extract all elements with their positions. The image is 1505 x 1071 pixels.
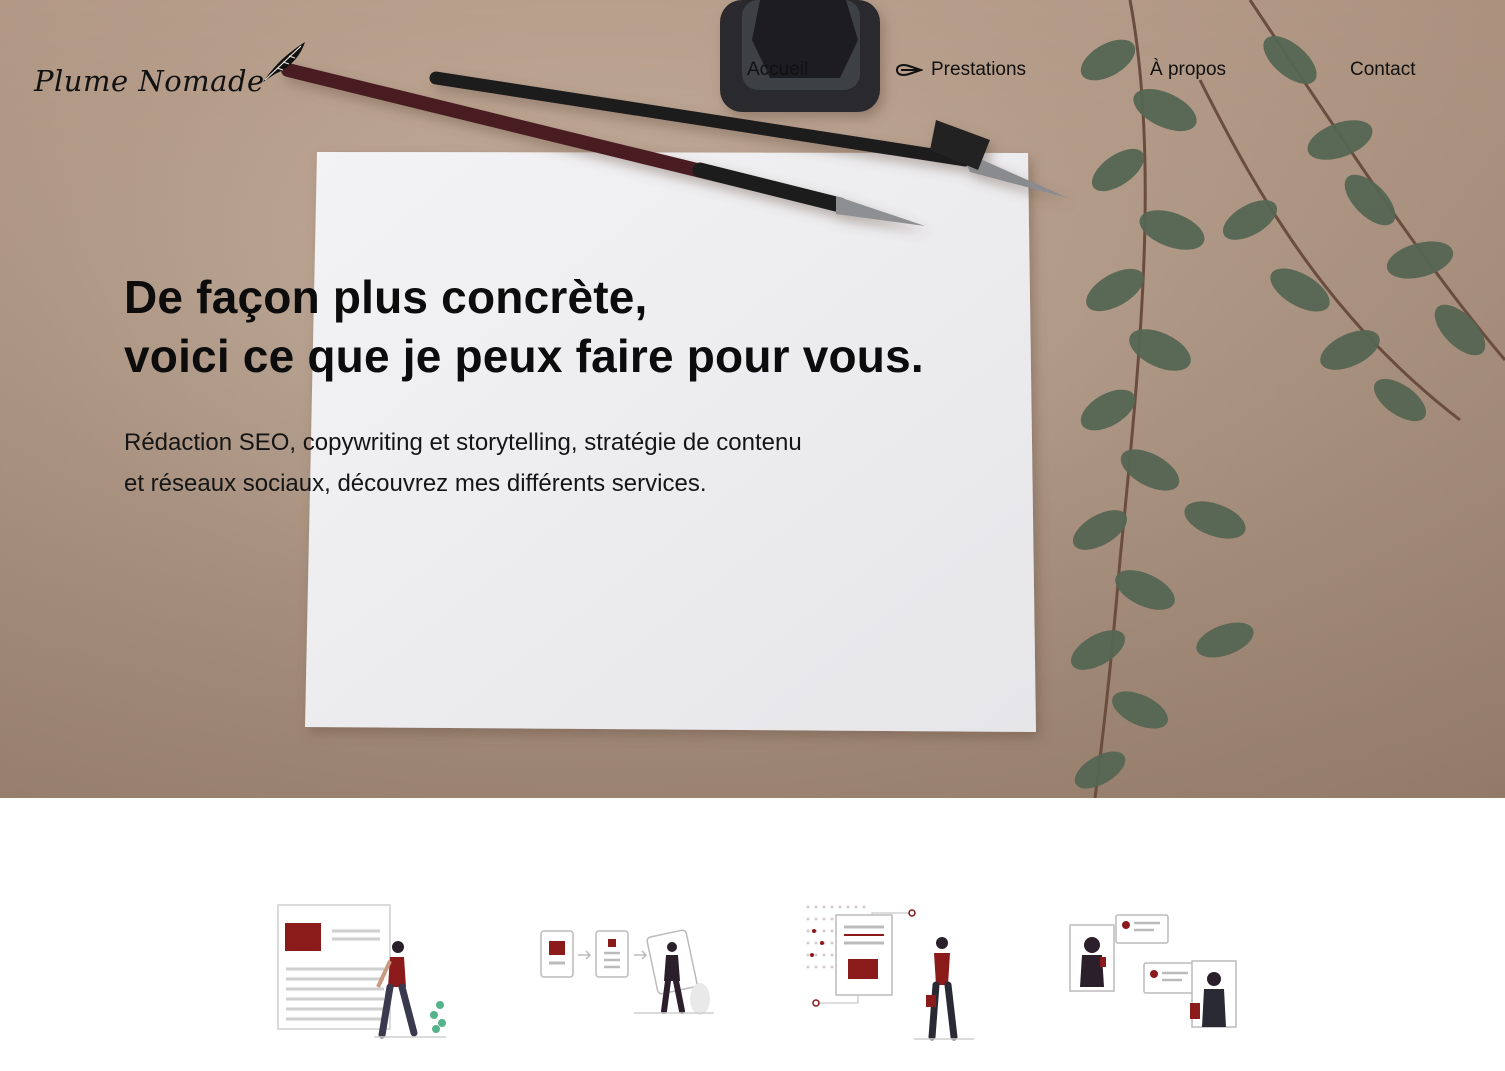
main-nav: Accueil Prestations À propos Contact: [0, 57, 1505, 85]
nav-accueil-label: Accueil: [747, 59, 809, 80]
nav-contact[interactable]: Contact: [1350, 57, 1415, 83]
nav-a-propos[interactable]: À propos: [1150, 57, 1226, 83]
hero-subtitle-line2: et réseaux sociaux, découvrez mes différ…: [124, 470, 707, 497]
nav-contact-label: Contact: [1350, 59, 1416, 80]
nav-prestations-label: Prestations: [931, 59, 1027, 80]
copywriting-workflow-illustration: [538, 895, 714, 1049]
hero-section: Plume Nomade Accueil Prestations À propo…: [0, 0, 1505, 798]
nav-prestations[interactable]: Prestations: [895, 57, 1026, 83]
nav-a-propos-label: À propos: [1150, 59, 1227, 80]
hero-subtitle: Rédaction SEO, copywriting et storytelli…: [124, 422, 984, 504]
hero-subtitle-line1: Rédaction SEO, copywriting et storytelli…: [124, 429, 802, 456]
pen-icon: [895, 62, 923, 78]
content-strategy-illustration: [802, 895, 978, 1049]
seo-writing-illustration: [274, 895, 450, 1049]
hero-title-line1: De façon plus concrète,: [124, 271, 648, 323]
nav-accueil[interactable]: Accueil: [747, 57, 808, 83]
hero-title: De façon plus concrète, voici ce que je …: [124, 268, 1124, 386]
hero-title-line2: voici ce que je peux faire pour vous.: [124, 330, 924, 382]
hero-background-image: [0, 0, 1505, 798]
social-media-chat-illustration: [1066, 895, 1242, 1049]
